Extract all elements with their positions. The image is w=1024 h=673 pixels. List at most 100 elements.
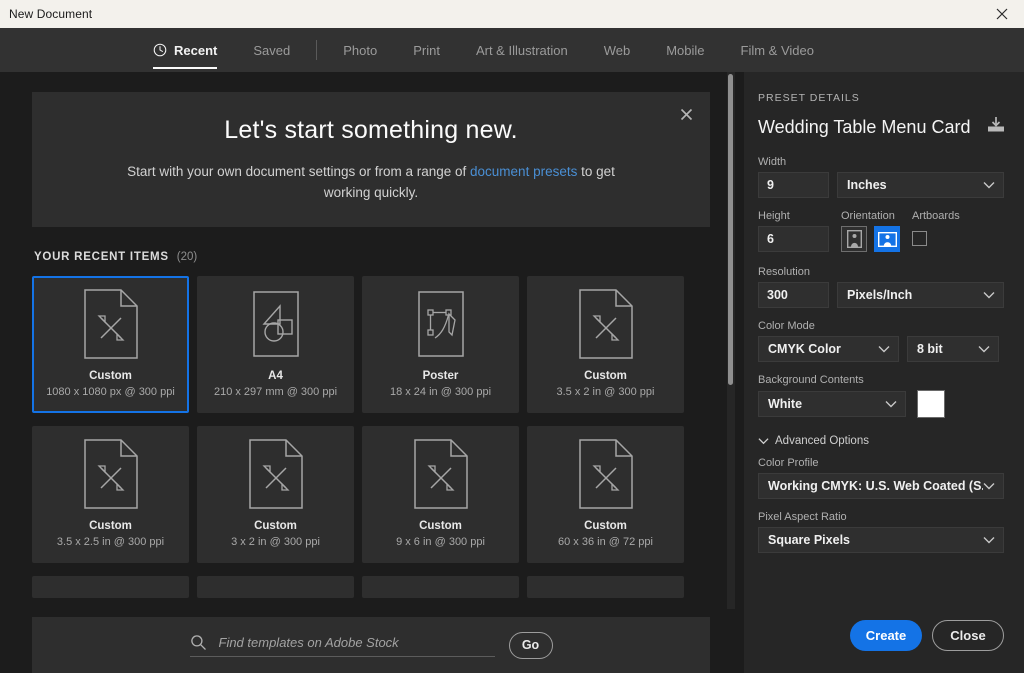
tab-mobile[interactable]: Mobile: [648, 28, 722, 72]
chevron-down-icon: [983, 182, 995, 189]
tab-photo[interactable]: Photo: [325, 28, 395, 72]
tab-web-label: Web: [603, 42, 631, 58]
artboards-checkbox[interactable]: [912, 231, 927, 246]
chevron-down-icon: [878, 346, 890, 353]
bit-depth-select[interactable]: 8 bit: [907, 336, 999, 362]
document-presets-link[interactable]: document presets: [470, 164, 577, 179]
preset-card-spec: 210 x 297 mm @ 300 ppi: [213, 386, 338, 398]
preset-card[interactable]: Poster 18 x 24 in @ 300 ppi: [362, 276, 519, 413]
tab-recent[interactable]: Recent: [135, 28, 235, 72]
pixel-aspect-ratio-select[interactable]: Square Pixels: [758, 527, 1004, 553]
dialog-body: Let's start something new. Start with yo…: [0, 72, 1024, 673]
window-titlebar: New Document: [0, 0, 1024, 28]
preset-card-spec: 1080 x 1080 px @ 300 ppi: [46, 386, 175, 398]
templates-scroll-region[interactable]: Let's start something new. Start with yo…: [0, 72, 744, 609]
resolution-input[interactable]: [758, 282, 829, 308]
preset-name-row: Wedding Table Menu Card: [758, 116, 1006, 139]
templates-scrollbar[interactable]: [727, 72, 735, 609]
dialog-actions: Create Close: [758, 620, 1006, 673]
document-pencil-ruler-icon: [83, 439, 138, 509]
preset-name[interactable]: Wedding Table Menu Card: [758, 117, 976, 138]
chevron-down-icon: [983, 292, 995, 299]
tab-web[interactable]: Web: [586, 28, 649, 72]
chevron-down-icon: [758, 438, 769, 445]
background-contents-value: White: [768, 397, 803, 411]
units-select[interactable]: Inches: [837, 172, 1004, 198]
tab-mobile-label: Mobile: [666, 42, 705, 58]
preset-card-spec: 3 x 2 in @ 300 ppi: [231, 536, 320, 548]
document-pencil-ruler-icon: [248, 439, 303, 509]
tab-photo-label: Photo: [343, 42, 378, 58]
orientation-landscape-button[interactable]: [874, 226, 900, 252]
document-pencil-ruler-icon: [578, 439, 633, 509]
preset-card-name: Custom: [254, 520, 297, 532]
preset-card[interactable]: Custom 9 x 6 in @ 300 ppi: [362, 426, 519, 563]
recent-items-count: (20): [176, 251, 198, 263]
close-button[interactable]: Close: [932, 620, 1004, 651]
preset-thumbnail: [34, 428, 187, 520]
preset-card[interactable]: [197, 576, 354, 598]
height-input[interactable]: [758, 226, 829, 252]
chevron-down-icon: [983, 483, 995, 490]
color-mode-select[interactable]: CMYK Color: [758, 336, 899, 362]
shapes-icon: [252, 291, 299, 357]
tab-film-and-video[interactable]: Film & Video: [723, 28, 832, 72]
banner-close-button[interactable]: [674, 102, 698, 126]
preset-card[interactable]: Custom 3 x 2 in @ 300 ppi: [197, 426, 354, 563]
preset-card-spec: 60 x 36 in @ 72 ppi: [558, 536, 653, 548]
preset-card[interactable]: [362, 576, 519, 598]
preset-card[interactable]: Custom 3.5 x 2.5 in @ 300 ppi: [32, 426, 189, 563]
advanced-options-label: Advanced Options: [775, 435, 869, 447]
height-group: Height: [758, 210, 829, 252]
tab-active-indicator: [153, 67, 218, 69]
background-color-swatch[interactable]: [917, 390, 945, 418]
preset-card[interactable]: Custom 3.5 x 2 in @ 300 ppi: [527, 276, 684, 413]
scrollbar-thumb[interactable]: [728, 74, 733, 386]
window-title: New Document: [9, 7, 93, 21]
orientation-portrait-icon: [846, 230, 862, 248]
background-contents-select[interactable]: White: [758, 391, 906, 417]
preset-card[interactable]: A4 210 x 297 mm @ 300 ppi: [197, 276, 354, 413]
advanced-options-toggle[interactable]: Advanced Options: [758, 435, 1006, 447]
preset-card-name: Custom: [89, 370, 132, 382]
window-close-button[interactable]: [980, 0, 1024, 28]
preset-card[interactable]: Custom 60 x 36 in @ 72 ppi: [527, 426, 684, 563]
document-pencil-ruler-icon: [413, 439, 468, 509]
preset-thumbnail: [364, 278, 517, 370]
preset-card-spec: 3.5 x 2 in @ 300 ppi: [556, 386, 655, 398]
pen-tool-icon: [417, 291, 464, 357]
tab-art-and-illustration[interactable]: Art & Illustration: [458, 28, 586, 72]
chevron-down-icon: [983, 537, 995, 544]
document-pencil-ruler-icon: [83, 289, 138, 359]
tab-saved[interactable]: Saved: [235, 28, 308, 72]
search-input[interactable]: [218, 634, 495, 650]
orientation-label: Orientation: [841, 210, 895, 222]
preset-thumbnail: [364, 428, 517, 520]
search-icon: [190, 634, 206, 650]
preset-card[interactable]: Custom 1080 x 1080 px @ 300 ppi: [32, 276, 189, 413]
templates-column: Let's start something new. Start with yo…: [0, 72, 744, 673]
tab-print[interactable]: Print: [395, 28, 458, 72]
preset-card[interactable]: [32, 576, 189, 598]
save-preset-button[interactable]: [986, 116, 1006, 139]
color-profile-label: Color Profile: [758, 457, 819, 469]
orientation-landscape-icon: [877, 231, 897, 247]
resolution-unit-select[interactable]: Pixels/Inch: [837, 282, 1004, 308]
color-profile-select[interactable]: Working CMYK: U.S. Web Coated (S...: [758, 473, 1004, 499]
tab-recent-label: Recent: [174, 42, 218, 58]
document-pencil-ruler-icon: [578, 289, 633, 359]
stock-search-field[interactable]: [189, 634, 495, 657]
recent-items-grid: Custom 1080 x 1080 px @ 300 ppi A4 210 x…: [32, 276, 710, 598]
banner-text-before: Start with your own document settings or…: [127, 164, 471, 180]
preset-card-spec: 18 x 24 in @ 300 ppi: [389, 386, 492, 398]
close-icon: [680, 108, 692, 120]
save-preset-icon: [988, 117, 1004, 132]
preset-card[interactable]: [527, 576, 684, 598]
orientation-portrait-button[interactable]: [841, 226, 867, 252]
banner-title: Let's start something new.: [224, 116, 518, 145]
preset-card-name: Custom: [584, 520, 627, 532]
go-button[interactable]: Go: [508, 631, 553, 659]
chevron-down-icon: [885, 401, 897, 408]
width-input[interactable]: [758, 172, 829, 198]
create-button[interactable]: Create: [850, 620, 922, 651]
